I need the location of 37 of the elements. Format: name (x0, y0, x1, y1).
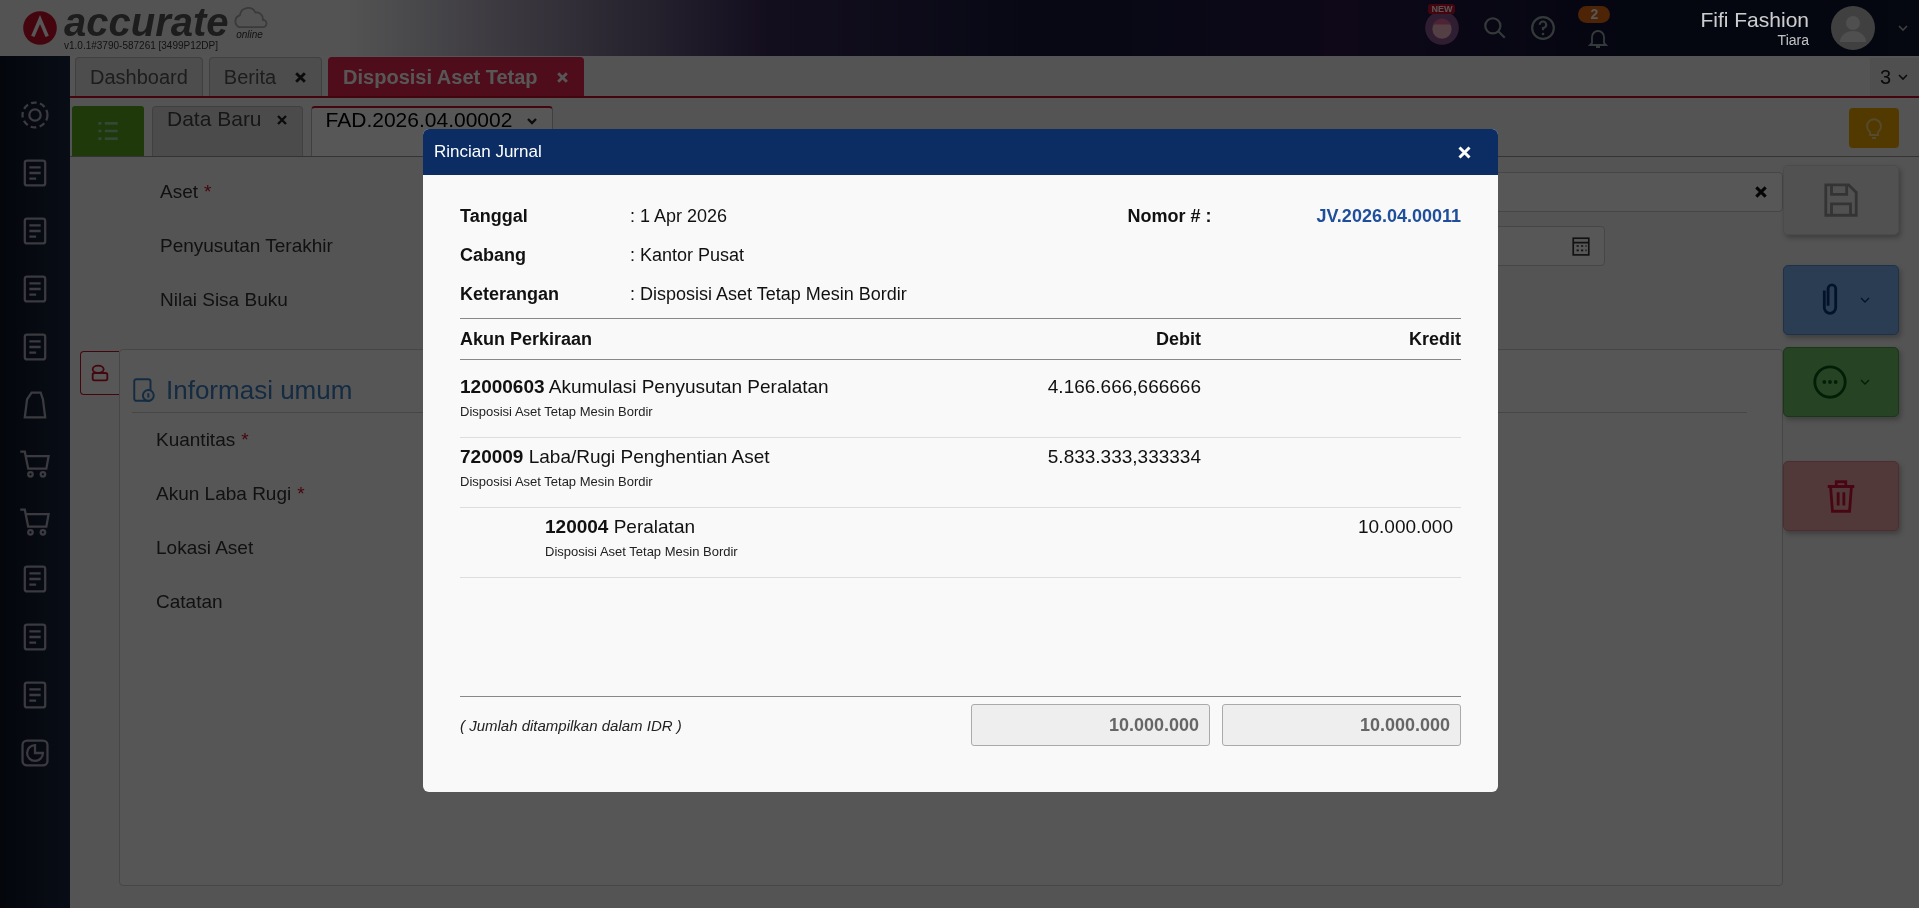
memo-text: Disposisi Aset Tetap Mesin Bordir (460, 404, 654, 419)
info-label: Tanggal (460, 206, 529, 227)
memo-text: Disposisi Aset Tetap Mesin Bordir (545, 544, 739, 559)
field-label: Penyusutan Terakhir (160, 235, 334, 257)
info-value: : 1 Apr 2026 (630, 206, 728, 227)
debit-amount: 5.833.333,333334 (1047, 446, 1201, 467)
info-value: : Disposisi Aset Tetap Mesin Bordir (630, 284, 907, 305)
notification-count: 2 (1578, 6, 1611, 23)
info-label: Keterangan (460, 284, 561, 305)
field-label: Aset * (160, 181, 213, 203)
memo-text: Disposisi Aset Tetap Mesin Bordir (460, 474, 654, 489)
field-label: Akun Laba Rugi * (156, 483, 306, 505)
column-header: Kredit (1408, 328, 1461, 350)
user-name: Tiara (1777, 32, 1809, 48)
field-label: Kuantitas * (156, 429, 250, 451)
logo-subtitle: online (236, 29, 263, 40)
field-label: Nilai Sisa Buku (160, 289, 289, 311)
column-header: Akun Perkiraan (460, 328, 594, 350)
version-text: v1.0.1#3790-587261 [3499P12DP] (64, 40, 219, 52)
account-name: 720009 Laba/Rugi Penghentian Aset (460, 445, 771, 468)
debit-amount: 4.166.666,666666 (1047, 376, 1201, 397)
total-debit-field: 10.000.000 (971, 704, 1210, 746)
field-label: Lokasi Aset (156, 537, 255, 559)
account-name: 120004 Peralatan (545, 515, 697, 538)
credit-amount: 10.000.000 (1357, 516, 1453, 537)
new-badge: NEW (1428, 4, 1456, 14)
field-label: Catatan (156, 591, 224, 613)
info-label: Cabang (460, 245, 527, 266)
currency-note: ( Jumlah ditampilkan dalam IDR ) (460, 716, 682, 734)
info-value: : Kantor Pusat (630, 245, 745, 266)
column-header: Debit (1155, 328, 1201, 350)
dialog-title: Rincian Jurnal (434, 142, 542, 162)
number-label: Nomor # : (1127, 206, 1212, 227)
account-name: 12000603 Akumulasi Penyusutan Peralatan (460, 375, 830, 398)
section-title: Informasi umum (166, 374, 353, 406)
company-name: Fifi Fashion (1700, 8, 1809, 32)
total-credit-field: 10.000.000 (1222, 704, 1461, 746)
